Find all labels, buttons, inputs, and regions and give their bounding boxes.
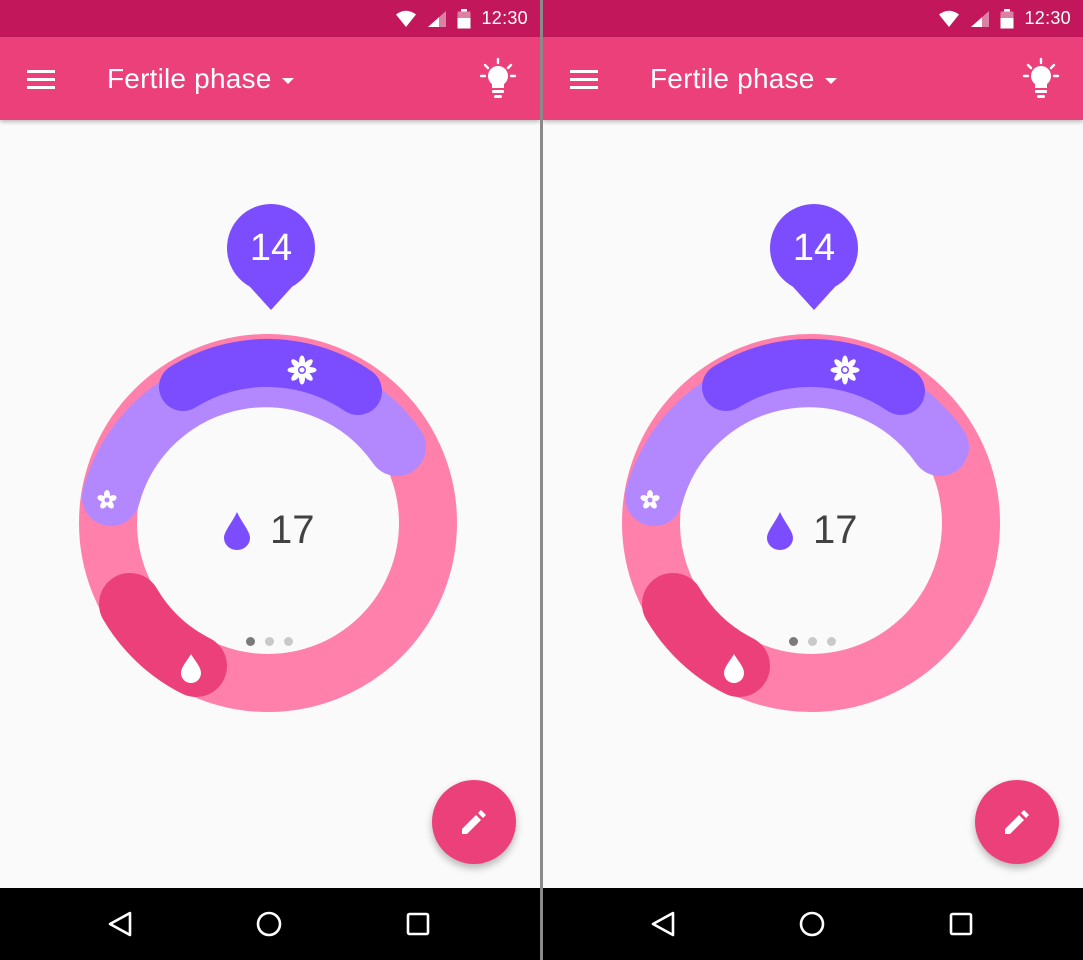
edit-fab-button[interactable] — [432, 780, 516, 864]
ring-segment-fertile-window — [702, 338, 925, 415]
menu-icon — [570, 70, 598, 89]
wifi-icon — [939, 10, 960, 27]
lightbulb-icon — [479, 57, 517, 98]
page-title: Fertile phase — [107, 63, 272, 94]
back-button[interactable] — [100, 906, 140, 942]
menu-button[interactable] — [563, 59, 605, 99]
recents-button[interactable] — [398, 906, 438, 942]
edit-icon — [1005, 810, 1029, 834]
ring-segment-period — [642, 573, 770, 697]
app-bar: Fertile phase — [543, 37, 1083, 120]
battery-icon — [1000, 8, 1014, 28]
ring-segment-fertile-window — [159, 338, 382, 415]
status-time: 12:30 — [481, 8, 528, 28]
arrow-drop-down-icon — [825, 78, 838, 84]
status-bar: 12:30 — [543, 0, 1083, 37]
days-count: 17 — [813, 507, 858, 552]
drop-icon — [767, 512, 793, 550]
home-icon — [799, 911, 825, 937]
page-dot[interactable] — [265, 637, 274, 646]
cell-signal-icon — [428, 10, 447, 27]
edit-fab-button[interactable] — [975, 780, 1059, 864]
system-nav-bar — [0, 888, 540, 960]
phone-screen-right: 12:30 Fertile phase 14 17 — [543, 0, 1083, 960]
menu-icon — [27, 70, 55, 89]
wifi-icon — [396, 10, 417, 27]
phase-selector-dropdown[interactable]: Fertile phase — [107, 59, 295, 99]
recents-icon — [406, 912, 430, 936]
home-button[interactable] — [792, 906, 832, 942]
recents-button[interactable] — [941, 906, 981, 942]
edit-icon — [462, 810, 486, 834]
status-bar: 12:30 — [0, 0, 540, 37]
tips-button[interactable] — [478, 57, 518, 101]
days-count: 17 — [270, 507, 315, 552]
cycle-center-info: 17 — [222, 502, 315, 558]
drop-icon — [224, 512, 250, 550]
current-day-number: 14 — [249, 226, 293, 269]
phase-selector-dropdown[interactable]: Fertile phase — [650, 59, 838, 99]
battery-icon — [457, 8, 471, 28]
comparison-canvas: { "screens": [ { "status_bar": { "time":… — [0, 0, 1083, 960]
page-indicator — [246, 637, 293, 646]
arrow-drop-down-icon — [282, 78, 295, 84]
page-dot-active[interactable] — [789, 637, 798, 646]
lightbulb-icon — [1022, 57, 1060, 98]
recents-icon — [949, 912, 973, 936]
ring-segment-period — [99, 573, 227, 697]
page-indicator — [789, 637, 836, 646]
page-dot-active[interactable] — [246, 637, 255, 646]
page-dot[interactable] — [284, 637, 293, 646]
system-nav-bar — [543, 888, 1083, 960]
back-button[interactable] — [643, 906, 683, 942]
status-time: 12:30 — [1024, 8, 1071, 28]
page-dot[interactable] — [827, 637, 836, 646]
tips-button[interactable] — [1021, 57, 1061, 101]
menu-button[interactable] — [20, 59, 62, 99]
cycle-center-info: 17 — [765, 502, 858, 558]
current-day-number: 14 — [792, 226, 836, 269]
page-title: Fertile phase — [650, 63, 815, 94]
page-dot[interactable] — [808, 637, 817, 646]
back-icon — [108, 911, 132, 937]
home-button[interactable] — [249, 906, 289, 942]
flower-icon — [287, 355, 317, 385]
home-icon — [256, 911, 282, 937]
cell-signal-icon — [971, 10, 990, 27]
current-day-marker[interactable]: 14 — [769, 203, 859, 311]
phone-screen-left: 12:30 Fertile phase 14 17 — [0, 0, 540, 960]
app-bar: Fertile phase — [0, 37, 540, 120]
flower-icon — [830, 355, 860, 385]
current-day-marker[interactable]: 14 — [226, 203, 316, 311]
back-icon — [651, 911, 675, 937]
